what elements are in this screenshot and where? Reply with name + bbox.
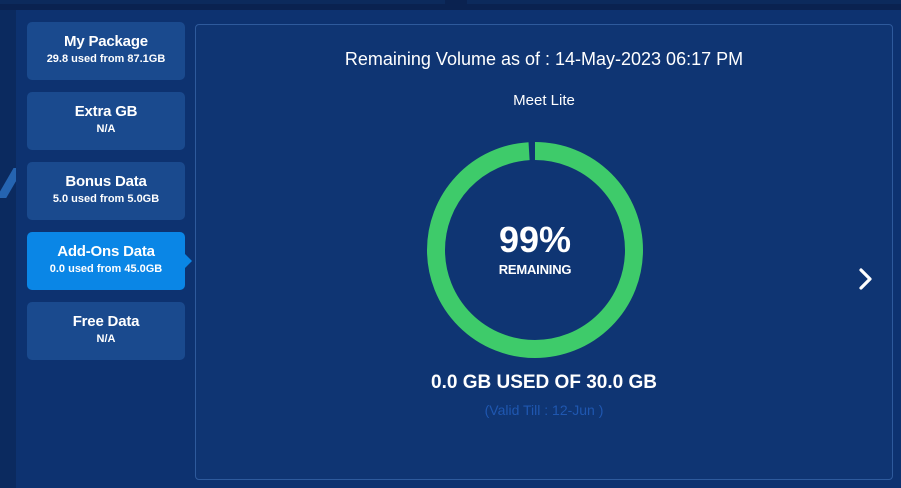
tab-title: My Package — [64, 33, 148, 50]
volume-card: Remaining Volume as of : 14-May-2023 06:… — [195, 24, 893, 480]
tab-subtitle: N/A — [96, 123, 116, 135]
tab-extra-gb[interactable]: Extra GB N/A — [27, 92, 185, 150]
tab-title: Add-Ons Data — [57, 243, 155, 260]
chevron-right-icon[interactable] — [854, 265, 878, 293]
remaining-volume-title: Remaining Volume as of : 14-May-2023 06:… — [344, 49, 744, 69]
tab-title: Extra GB — [74, 103, 138, 120]
remaining-gauge: 99% REMAINING — [425, 140, 645, 360]
tab-subtitle: N/A — [96, 333, 116, 345]
tab-add-ons-data[interactable]: Add-Ons Data 0.0 used from 45.0GB — [27, 232, 192, 290]
gauge-percent: 99% — [498, 219, 572, 260]
tab-subtitle: 0.0 used from 45.0GB — [49, 263, 163, 275]
tab-subtitle: 5.0 used from 5.0GB — [52, 193, 160, 205]
top-bar — [0, 0, 901, 10]
tab-title: Free Data — [72, 313, 140, 330]
tab-subtitle: 29.8 used from 87.1GB — [46, 53, 166, 65]
top-bar-segment — [0, 0, 445, 4]
valid-till: (Valid Till : 12-Jun ) — [484, 402, 604, 418]
usage-summary: 0.0 GB USED OF 30.0 GB — [431, 372, 657, 393]
gauge-label: REMAINING — [498, 262, 572, 277]
tab-my-package[interactable]: My Package 29.8 used from 87.1GB — [27, 22, 185, 80]
decorative-accent — [0, 150, 16, 198]
tab-title: Bonus Data — [65, 173, 147, 190]
tab-bonus-data[interactable]: Bonus Data 5.0 used from 5.0GB — [27, 162, 185, 220]
tab-free-data[interactable]: Free Data N/A — [27, 302, 185, 360]
top-bar-segment — [467, 0, 901, 4]
plan-name: Meet Lite — [513, 92, 575, 109]
